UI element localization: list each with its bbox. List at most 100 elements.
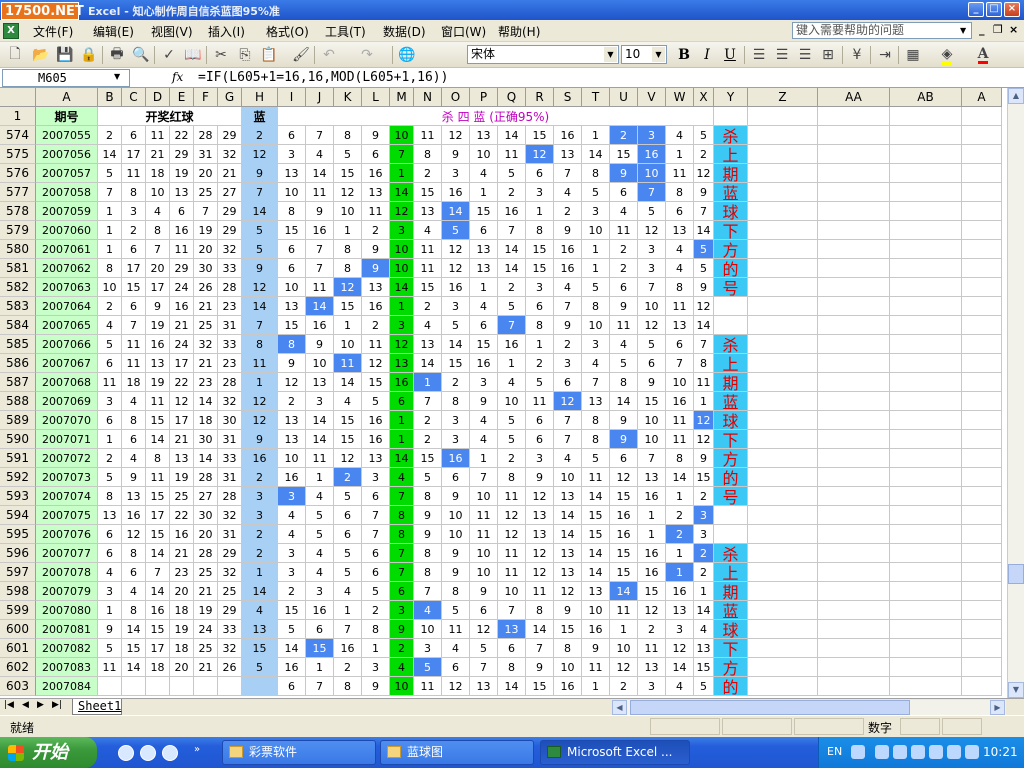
kill-cell[interactable]: 11 bbox=[582, 468, 610, 487]
red-ball-cell[interactable]: 17 bbox=[122, 259, 146, 278]
red-ball-cell[interactable]: 32 bbox=[218, 639, 242, 658]
cell[interactable] bbox=[962, 392, 1002, 411]
kill-cell[interactable]: 2 bbox=[554, 202, 582, 221]
kill-cell[interactable]: 16 bbox=[278, 658, 306, 677]
prev-sheet-icon[interactable]: ◀ bbox=[22, 700, 29, 710]
kill-cell[interactable]: 6 bbox=[470, 316, 498, 335]
kill-cell[interactable]: 1 bbox=[306, 468, 334, 487]
row-header[interactable]: 592 bbox=[0, 468, 36, 487]
kill-cell[interactable]: 15 bbox=[470, 202, 498, 221]
cell[interactable] bbox=[962, 107, 1002, 126]
kill-cell[interactable]: 2 bbox=[334, 658, 362, 677]
kill-cell[interactable]: 12 bbox=[554, 582, 582, 601]
red-ball-cell[interactable]: 8 bbox=[146, 449, 170, 468]
row-header[interactable]: 586 bbox=[0, 354, 36, 373]
kill-cell[interactable]: 16 bbox=[362, 411, 390, 430]
kill-cell[interactable]: 5 bbox=[526, 373, 554, 392]
kill-cell[interactable]: 16 bbox=[610, 525, 638, 544]
kill-cell[interactable]: 13 bbox=[390, 354, 414, 373]
red-ball-cell[interactable]: 24 bbox=[170, 278, 194, 297]
kill-cell[interactable]: 2 bbox=[498, 449, 526, 468]
kill-cell[interactable]: 5 bbox=[334, 487, 362, 506]
cell[interactable] bbox=[962, 202, 1002, 221]
cell[interactable] bbox=[890, 487, 962, 506]
kill-cell[interactable]: 14 bbox=[666, 468, 694, 487]
cell[interactable] bbox=[748, 392, 818, 411]
red-ball-cell[interactable]: 6 bbox=[122, 240, 146, 259]
kill-cell[interactable]: 10 bbox=[638, 164, 666, 183]
kill-cell[interactable]: 7 bbox=[638, 183, 666, 202]
cell[interactable] bbox=[748, 677, 818, 696]
kill-cell[interactable]: 10 bbox=[390, 259, 414, 278]
blue-ball-cell[interactable]: 7 bbox=[242, 316, 278, 335]
kill-cell[interactable]: 16 bbox=[610, 506, 638, 525]
kill-cell[interactable]: 14 bbox=[498, 259, 526, 278]
red-ball-cell[interactable]: 12 bbox=[122, 525, 146, 544]
cell[interactable] bbox=[890, 335, 962, 354]
cell[interactable] bbox=[748, 316, 818, 335]
kill-cell[interactable]: 15 bbox=[470, 335, 498, 354]
kill-cell[interactable]: 13 bbox=[414, 202, 442, 221]
kill-cell[interactable]: 4 bbox=[334, 582, 362, 601]
kill-cell[interactable]: 9 bbox=[526, 658, 554, 677]
kill-cell[interactable]: 8 bbox=[334, 240, 362, 259]
kill-cell[interactable]: 16 bbox=[390, 373, 414, 392]
kill-cell[interactable]: 9 bbox=[442, 145, 470, 164]
red-ball-cell[interactable]: 27 bbox=[194, 487, 218, 506]
kill-cell[interactable]: 12 bbox=[526, 544, 554, 563]
kill-cell[interactable]: 3 bbox=[694, 506, 714, 525]
kill-cell[interactable]: 13 bbox=[582, 582, 610, 601]
kill-cell[interactable]: 16 bbox=[498, 335, 526, 354]
period-cell[interactable]: 2007065 bbox=[36, 316, 98, 335]
kill-cell[interactable]: 1 bbox=[470, 183, 498, 202]
period-cell[interactable]: 2007083 bbox=[36, 658, 98, 677]
chevron-down-icon[interactable]: ▼ bbox=[960, 23, 970, 38]
cell[interactable] bbox=[962, 278, 1002, 297]
kill-cell[interactable]: 4 bbox=[666, 240, 694, 259]
red-ball-cell[interactable]: 6 bbox=[98, 525, 122, 544]
cell[interactable] bbox=[818, 658, 890, 677]
kill-cell[interactable]: 14 bbox=[554, 506, 582, 525]
red-ball-cell[interactable]: 25 bbox=[194, 639, 218, 658]
kill-cell[interactable]: 12 bbox=[442, 677, 470, 696]
note-cell[interactable]: 的 bbox=[714, 259, 748, 278]
red-ball-cell[interactable] bbox=[170, 677, 194, 696]
kill-cell[interactable]: 15 bbox=[582, 525, 610, 544]
red-ball-cell[interactable]: 9 bbox=[98, 620, 122, 639]
cell[interactable] bbox=[748, 240, 818, 259]
cell[interactable] bbox=[748, 202, 818, 221]
kill-cell[interactable]: 15 bbox=[526, 240, 554, 259]
red-ball-cell[interactable]: 24 bbox=[194, 620, 218, 639]
kill-cell[interactable]: 13 bbox=[694, 639, 714, 658]
kill-cell[interactable]: 13 bbox=[278, 164, 306, 183]
red-ball-cell[interactable]: 11 bbox=[98, 658, 122, 677]
kill-cell[interactable]: 16 bbox=[442, 449, 470, 468]
kill-cell[interactable]: 4 bbox=[498, 373, 526, 392]
kill-cell[interactable]: 1 bbox=[610, 620, 638, 639]
column-header[interactable]: D bbox=[146, 88, 170, 107]
cell[interactable] bbox=[818, 259, 890, 278]
red-ball-cell[interactable]: 15 bbox=[122, 278, 146, 297]
font-color-icon[interactable]: A bbox=[974, 46, 992, 64]
column-header[interactable]: H bbox=[242, 88, 278, 107]
cell[interactable] bbox=[714, 316, 748, 335]
kill-cell[interactable]: 9 bbox=[442, 563, 470, 582]
cell[interactable] bbox=[748, 297, 818, 316]
menu-insert[interactable]: 插入(I) bbox=[208, 23, 245, 40]
kill-cell[interactable]: 6 bbox=[362, 487, 390, 506]
kill-cell[interactable]: 16 bbox=[306, 601, 334, 620]
period-cell[interactable]: 2007068 bbox=[36, 373, 98, 392]
period-cell[interactable]: 2007079 bbox=[36, 582, 98, 601]
cell[interactable] bbox=[962, 411, 1002, 430]
kill-cell[interactable]: 9 bbox=[694, 449, 714, 468]
save-icon[interactable]: 💾 bbox=[56, 46, 74, 64]
kill-cell[interactable]: 8 bbox=[414, 145, 442, 164]
kill-cell[interactable]: 7 bbox=[526, 639, 554, 658]
kill-cell[interactable]: 10 bbox=[470, 487, 498, 506]
blue-ball-cell[interactable]: 5 bbox=[242, 658, 278, 677]
kill-cell[interactable]: 5 bbox=[694, 259, 714, 278]
kill-cell[interactable]: 5 bbox=[334, 544, 362, 563]
kill-cell[interactable]: 4 bbox=[306, 563, 334, 582]
kill-cell[interactable]: 10 bbox=[306, 354, 334, 373]
kill-cell[interactable]: 16 bbox=[362, 164, 390, 183]
